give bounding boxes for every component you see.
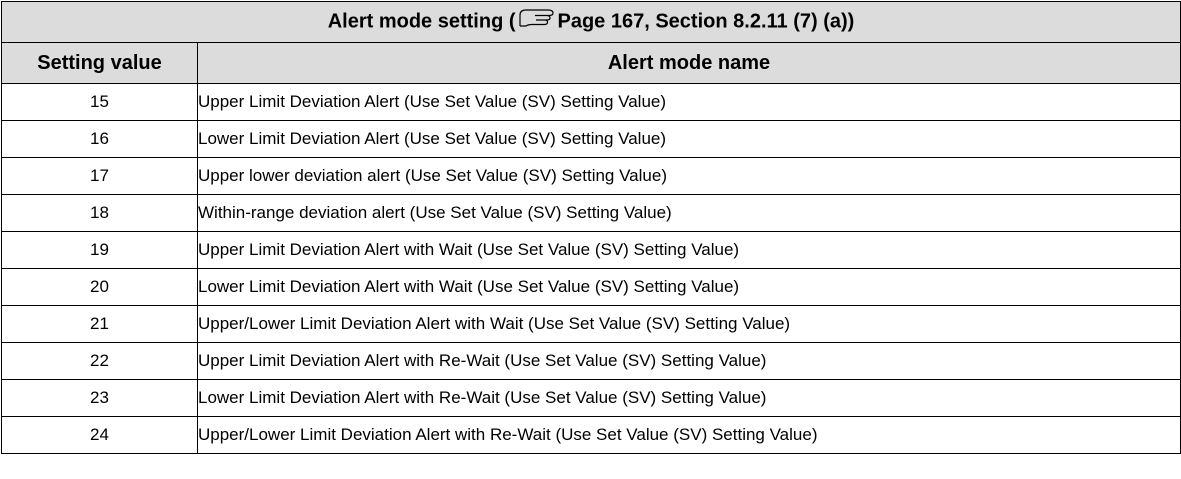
alert-mode-table: Alert mode setting ( Page 167, Section 8… xyxy=(1,1,1181,454)
setting-value-cell: 24 xyxy=(1,416,198,454)
alert-mode-name-cell: Within-range deviation alert (Use Set Va… xyxy=(197,194,1181,232)
table-row: 15 Upper Limit Deviation Alert (Use Set V… xyxy=(1,83,1181,121)
alert-mode-name-cell: Lower Limit Deviation Alert with Re-Wait… xyxy=(197,379,1181,417)
setting-value-cell: 23 xyxy=(1,379,198,417)
table-body: 15 Upper Limit Deviation Alert (Use Set V… xyxy=(1,83,1181,454)
alert-mode-name-cell: Lower Limit Deviation Alert with Wait (U… xyxy=(197,268,1181,306)
table-row: 18 Within-range deviation alert (Use Set … xyxy=(1,194,1181,232)
setting-value-cell: 20 xyxy=(1,268,198,306)
alert-mode-name-cell: Upper/Lower Limit Deviation Alert with W… xyxy=(197,305,1181,343)
setting-value-cell: 22 xyxy=(1,342,198,380)
table-title: Alert mode setting ( Page 167, Section 8… xyxy=(1,1,1181,43)
table-row: 16 Lower Limit Deviation Alert (Use Set V… xyxy=(1,120,1181,158)
alert-mode-name-cell: Upper/Lower Limit Deviation Alert with R… xyxy=(197,416,1181,454)
pointing-hand-icon[interactable] xyxy=(518,6,556,34)
setting-value-cell: 18 xyxy=(1,194,198,232)
table-title-row: Alert mode setting ( Page 167, Section 8… xyxy=(1,1,1181,43)
table-title-prefix: Alert mode setting ( xyxy=(327,10,516,33)
setting-value-cell: 19 xyxy=(1,231,198,269)
table-row: 20 Lower Limit Deviation Alert with Wait … xyxy=(1,268,1181,306)
column-header-setting-value: Setting value xyxy=(1,42,198,84)
alert-mode-name-cell: Lower Limit Deviation Alert (Use Set Val… xyxy=(197,120,1181,158)
setting-value-cell: 15 xyxy=(1,83,198,121)
table-row: 17 Upper lower deviation alert (Use Set V… xyxy=(1,157,1181,195)
alert-mode-name-cell: Upper Limit Deviation Alert (Use Set Val… xyxy=(197,83,1181,121)
setting-value-cell: 21 xyxy=(1,305,198,343)
setting-value-cell: 16 xyxy=(1,120,198,158)
alert-mode-name-cell: Upper Limit Deviation Alert with Re-Wait… xyxy=(197,342,1181,380)
table-row: 22 Upper Limit Deviation Alert with Re-Wa… xyxy=(1,342,1181,380)
alert-mode-name-cell: Upper lower deviation alert (Use Set Val… xyxy=(197,157,1181,195)
table-row: 19 Upper Limit Deviation Alert with Wait … xyxy=(1,231,1181,269)
table-row: 24 Upper/Lower Limit Deviation Alert with… xyxy=(1,416,1181,454)
table-header-row: Setting value Alert mode name xyxy=(1,42,1181,84)
column-header-alert-mode-name: Alert mode name xyxy=(197,42,1181,84)
table-row: 21 Upper/Lower Limit Deviation Alert with… xyxy=(1,305,1181,343)
alert-mode-name-cell: Upper Limit Deviation Alert with Wait (U… xyxy=(197,231,1181,269)
table-row: 23 Lower Limit Deviation Alert with Re-Wa… xyxy=(1,379,1181,417)
table-title-reference[interactable]: Page 167, Section 8.2.11 (7) (a)) xyxy=(558,10,855,32)
setting-value-cell: 17 xyxy=(1,157,198,195)
